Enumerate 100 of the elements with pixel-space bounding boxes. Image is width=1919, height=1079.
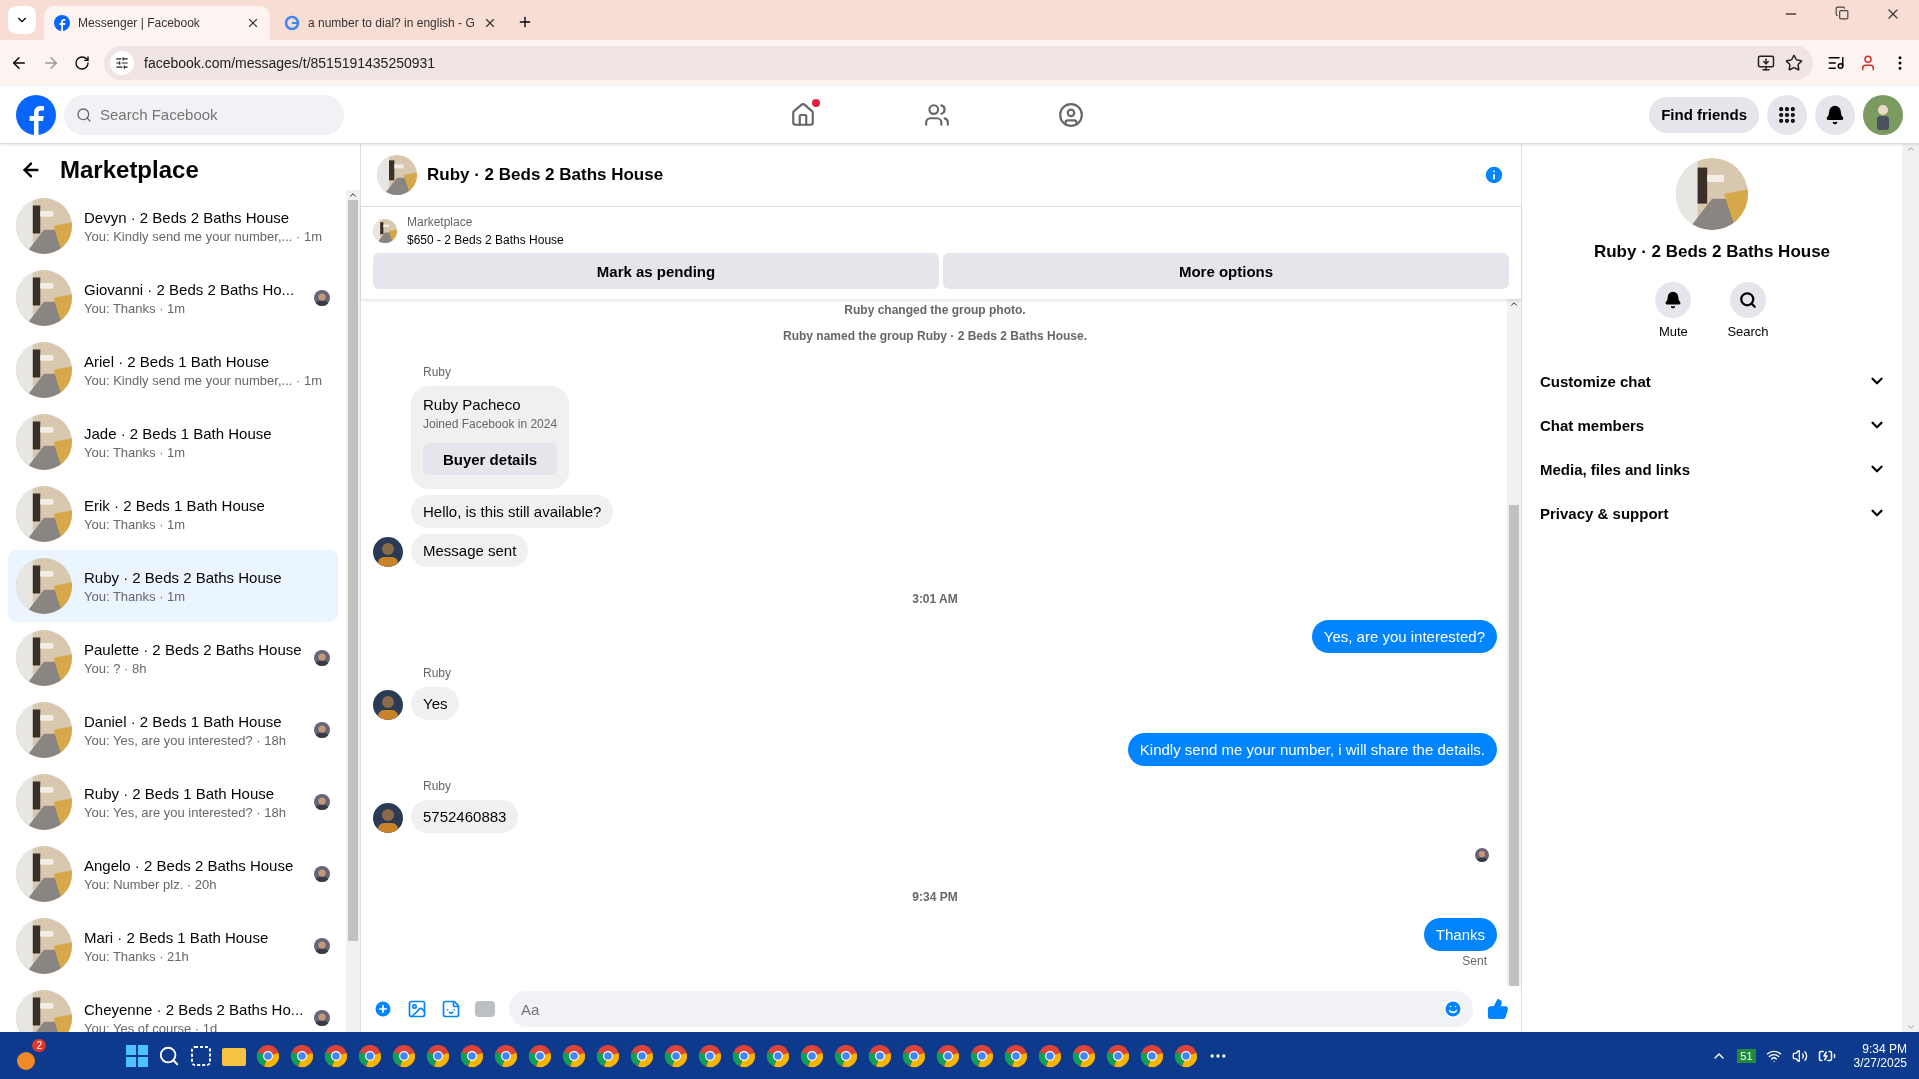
chrome-app-icon[interactable] [290,1043,314,1068]
close-icon[interactable] [246,16,260,30]
chrome-app-icon[interactable] [902,1043,926,1068]
facebook-logo[interactable] [16,94,56,135]
search-field[interactable]: Search Facebook [64,94,344,135]
conversation-preview: You: Yes, are you interested? · 18h [84,804,287,820]
conversation-preview: You: Number plz. · 20h [84,876,218,892]
seen-avatar [314,722,330,738]
scrollbar[interactable] [346,190,360,1032]
notifications-button[interactable] [1815,94,1855,135]
chrome-app-icon[interactable] [630,1043,654,1068]
buyer-details-button[interactable]: Buyer details [423,443,558,475]
details-section[interactable]: Chat members [1522,403,1902,447]
chrome-app-icon[interactable] [596,1043,620,1068]
scrollbar-thumb[interactable] [1509,505,1519,986]
chrome-app-icon[interactable] [324,1043,348,1068]
listing-action-button[interactable]: More options [943,253,1509,289]
start-icon[interactable] [126,1044,148,1067]
like-icon[interactable] [1487,998,1509,1020]
chrome-app-icon[interactable] [936,1043,960,1068]
message-bubble: Kindly send me your number, i will share the details. [1127,733,1497,766]
bookmark-icon[interactable] [1785,53,1803,72]
search-icon [76,106,92,123]
chrome-app-icon[interactable] [970,1043,994,1068]
chrome-app-icon[interactable] [698,1043,722,1068]
sticker-icon[interactable] [441,999,461,1019]
scroll-up-icon[interactable] [1509,299,1519,309]
details-section[interactable]: Customize chat [1522,359,1902,403]
conversation-item[interactable]: Ruby · 2 Beds 2 Baths House You: Thanks · 1m [8,550,338,622]
conversation-item[interactable]: Ariel · 2 Beds 1 Bath House You: Kindly send me your number,... · 1m [8,334,338,406]
chrome-app-icon[interactable] [1174,1043,1198,1068]
chrome-app-icon[interactable] [834,1043,858,1068]
photo-icon[interactable] [407,999,427,1019]
restore-icon[interactable] [1835,6,1849,20]
chrome-app-icon[interactable] [800,1043,824,1068]
conversation-name: Ruby · 2 Beds 1 Bath House [84,784,276,802]
chrome-app-icon[interactable] [426,1043,450,1068]
add-icon[interactable] [373,999,393,1019]
conversation-item[interactable]: Paulette · 2 Beds 2 Baths House You: ? · 8h [8,622,338,694]
chrome-app-icon[interactable] [1072,1043,1096,1068]
conversation-name: Ruby · 2 Beds 2 Baths House [84,568,283,586]
site-settings-icon[interactable] [115,55,129,70]
chrome-app-icon[interactable] [1004,1043,1028,1068]
scrollbar-thumb[interactable] [348,200,358,941]
message-input[interactable]: Aa [509,991,1473,1027]
conversation-item[interactable]: Daniel · 2 Beds 1 Bath House You: Yes, are you interested? · 18h [8,694,338,766]
conversation-name: Giovanni · 2 Beds 2 Baths Ho... [84,280,296,298]
folder-icon[interactable] [222,1045,246,1066]
menu-button[interactable] [1767,94,1807,135]
chrome-app-icon[interactable] [1106,1043,1130,1068]
chrome-app-icon[interactable] [358,1043,382,1068]
conversation-item[interactable]: Devyn · 2 Beds 2 Baths House You: Kindly send me your number,... · 1m [8,190,338,262]
avatar [373,803,403,833]
conversation-item[interactable]: Angelo · 2 Beds 2 Baths House You: Number plz. · 20h [8,838,338,910]
chrome-app-icon[interactable] [256,1043,280,1068]
scrollbar[interactable] [1507,299,1521,986]
message-bubble: Message sent [411,534,529,567]
conversation-name: Erik · 2 Beds 1 Bath House [84,496,266,514]
conversation-item[interactable]: Erik · 2 Beds 1 Bath House You: Thanks · 1m [8,478,338,550]
tray-badge[interactable]: 51 [1737,1048,1756,1063]
scroll-up-icon[interactable] [348,190,358,200]
volume-icon[interactable] [1791,1047,1808,1064]
chrome-app-icon[interactable] [1038,1043,1062,1068]
chrome-app-icon[interactable] [1140,1043,1164,1068]
groups-icon[interactable] [1058,101,1084,128]
chrome-app-icon[interactable] [392,1043,416,1068]
chrome-app-icon[interactable] [528,1043,552,1068]
conversation-item[interactable]: Jade · 2 Beds 1 Bath House You: Thanks · 1m [8,406,338,478]
info-icon[interactable] [1483,164,1505,186]
tab-title: Messenger | Facebook [78,16,201,30]
listing-action-button[interactable]: Mark as pending [373,253,939,289]
chrome-app-icon[interactable] [732,1043,756,1068]
chrome-app-icon[interactable] [766,1043,790,1068]
url-text: facebook.com/messages/t/8515191435250931 [144,54,437,71]
address-bar[interactable]: facebook.com/messages/t/8515191435250931 [104,45,1813,80]
sender-name: Ruby [423,365,452,379]
chrome-app-icon[interactable] [868,1043,892,1068]
install-icon[interactable] [1757,53,1775,72]
search-icon [1739,291,1757,309]
browser-tab[interactable]: Messenger | Facebook [44,6,270,40]
chrome-app-icon[interactable] [664,1043,688,1068]
reload-icon[interactable] [74,54,90,71]
chrome-app-icon[interactable] [460,1043,484,1068]
conversation-name: Mari · 2 Beds 1 Bath House [84,928,270,946]
browser-tab[interactable]: a number to dial? in english - G [274,6,507,40]
search-icon[interactable] [158,1044,180,1067]
conversation-item[interactable]: Giovanni · 2 Beds 2 Baths Ho... You: Thanks · 1m [8,262,338,334]
profile-icon[interactable] [1859,53,1877,72]
chrome-app-icon[interactable] [494,1043,518,1068]
details-section[interactable]: Privacy & support [1522,491,1902,535]
chrome-app-icon[interactable] [562,1043,586,1068]
find-friends-button[interactable]: Find friends [1649,96,1759,133]
conversation-item[interactable]: Ruby · 2 Beds 1 Bath House You: Yes, are you interested? · 18h [8,766,338,838]
profile-avatar[interactable] [1863,94,1903,135]
profile-joined: Joined Facebook in 2024 [423,417,558,431]
friends-icon[interactable] [924,101,950,128]
clock[interactable]: 9:34 PM 3/27/2025 [1853,1041,1907,1070]
details-section[interactable]: Media, files and links [1522,447,1902,491]
snipping-tool-icon[interactable] [190,1044,212,1067]
conversation-item[interactable]: Mari · 2 Beds 1 Bath House You: Thanks · 21h [8,910,338,982]
